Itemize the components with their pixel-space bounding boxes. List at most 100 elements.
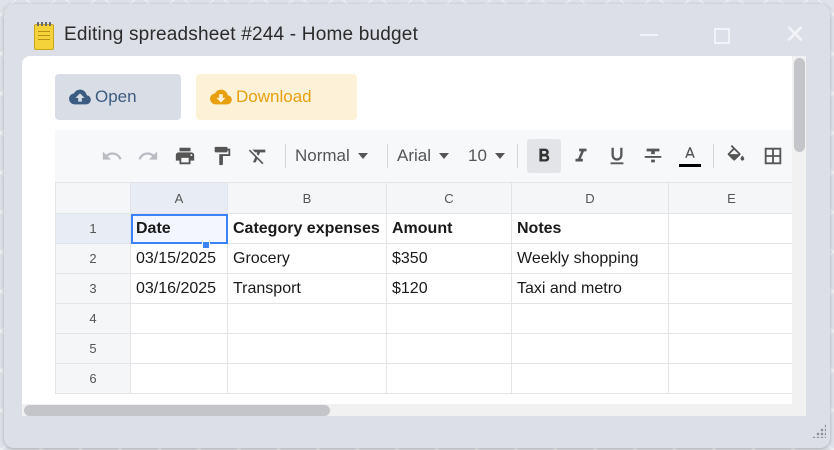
redo-icon: [138, 151, 158, 160]
maximize-button[interactable]: [708, 22, 734, 48]
window-title: Editing spreadsheet #244 - Home budget: [64, 24, 419, 45]
column-header-a[interactable]: A: [130, 182, 228, 214]
bold-icon: [539, 148, 550, 162]
cell-a5[interactable]: [130, 333, 228, 364]
toolbar-divider: [387, 144, 388, 168]
cell-c4[interactable]: [386, 303, 512, 334]
table-row: 3 03/16/2025 Transport $120 Taxi and met…: [55, 273, 795, 304]
toolbar-divider: [517, 144, 518, 168]
close-button[interactable]: ✕: [782, 21, 808, 48]
underline-button[interactable]: [603, 139, 631, 173]
table-row: 5: [55, 333, 795, 364]
open-button[interactable]: Open: [55, 74, 181, 120]
cell-d4[interactable]: [511, 303, 669, 334]
title-bar[interactable]: Editing spreadsheet #244 - Home budget ✕: [4, 4, 830, 62]
cell-e3[interactable]: [668, 273, 795, 304]
font-size-value: 10: [468, 146, 487, 165]
row-header[interactable]: 4: [55, 303, 131, 334]
text-color-button[interactable]: [675, 139, 705, 173]
table-row: 2 03/15/2025 Grocery $350 Weekly shoppin…: [55, 243, 795, 274]
strikethrough-icon: [644, 148, 662, 163]
cell-d1[interactable]: Notes: [511, 213, 669, 244]
style-dropdown[interactable]: Normal: [295, 139, 377, 173]
corner-cell[interactable]: [55, 182, 131, 214]
cell-a6[interactable]: [130, 363, 228, 394]
text-color-swatch: [679, 164, 701, 167]
editor-panel: Open Download Normal Arial 10 A B C D E …: [22, 56, 802, 416]
chevron-down-icon: [357, 153, 368, 159]
clear-format-icon: [248, 149, 266, 165]
redo-button[interactable]: [135, 139, 161, 173]
column-header-b[interactable]: B: [227, 182, 387, 214]
undo-button[interactable]: [99, 139, 125, 173]
cell-b4[interactable]: [227, 303, 387, 334]
vertical-scroll-thumb[interactable]: [794, 58, 805, 152]
underline-icon: [610, 147, 624, 165]
open-label: Open: [95, 87, 137, 106]
cell-c6[interactable]: [386, 363, 512, 394]
notepad-icon: [34, 22, 54, 50]
download-button[interactable]: Download: [196, 74, 357, 120]
clear-format-button[interactable]: [245, 139, 271, 173]
strikethrough-button[interactable]: [639, 139, 667, 173]
cell-d5[interactable]: [511, 333, 669, 364]
cell-e6[interactable]: [668, 363, 795, 394]
row-header[interactable]: 3: [55, 273, 131, 304]
cell-e5[interactable]: [668, 333, 795, 364]
chevron-down-icon: [494, 153, 505, 159]
cell-c5[interactable]: [386, 333, 512, 364]
table-row: 1 Date Category expenses Amount Notes: [55, 213, 795, 244]
cell-a3[interactable]: 03/16/2025: [130, 273, 228, 304]
cell-d3[interactable]: Taxi and metro: [511, 273, 669, 304]
column-header-e[interactable]: E: [668, 182, 795, 214]
fill-color-button[interactable]: [721, 139, 751, 173]
font-size-dropdown[interactable]: 10: [468, 139, 514, 173]
download-label: Download: [236, 87, 312, 106]
row-header[interactable]: 5: [55, 333, 131, 364]
fill-color-icon: [727, 145, 745, 161]
text-color-icon: [685, 147, 695, 158]
cell-d2[interactable]: Weekly shopping: [511, 243, 669, 274]
table-row: 4: [55, 303, 795, 334]
cell-b1[interactable]: Category expenses: [227, 213, 387, 244]
horizontal-scroll-thumb[interactable]: [24, 405, 330, 416]
column-header-d[interactable]: D: [511, 182, 669, 214]
borders-button[interactable]: [759, 139, 787, 173]
paint-format-button[interactable]: [209, 139, 235, 173]
cell-e2[interactable]: [668, 243, 795, 274]
bold-button[interactable]: [527, 139, 561, 173]
row-header[interactable]: 1: [55, 213, 131, 244]
cell-a4[interactable]: [130, 303, 228, 334]
row-header[interactable]: 2: [55, 243, 131, 274]
font-value: Arial: [397, 146, 432, 165]
cell-b2[interactable]: Grocery: [227, 243, 387, 274]
cell-e1[interactable]: [668, 213, 795, 244]
fill-handle[interactable]: [202, 241, 210, 249]
cell-c2[interactable]: $350: [386, 243, 512, 274]
cell-a1[interactable]: Date: [130, 213, 228, 244]
cell-c3[interactable]: $120: [386, 273, 512, 304]
paint-format-icon: [214, 146, 231, 166]
cloud-upload-icon: [69, 89, 91, 105]
formatting-toolbar: Normal Arial 10: [55, 130, 802, 182]
style-value: Normal: [295, 146, 350, 165]
cell-c1[interactable]: Amount: [386, 213, 512, 244]
spreadsheet-grid: A B C D E 1 Date Category expenses Amoun…: [55, 182, 802, 402]
print-button[interactable]: [171, 139, 199, 173]
italic-button[interactable]: [567, 139, 595, 173]
font-dropdown[interactable]: Arial: [397, 139, 459, 173]
print-icon: [175, 147, 195, 165]
minimize-button[interactable]: [636, 22, 662, 48]
column-header-c[interactable]: C: [386, 182, 512, 214]
cell-a2[interactable]: 03/15/2025: [130, 243, 228, 274]
cell-b5[interactable]: [227, 333, 387, 364]
cell-b6[interactable]: [227, 363, 387, 394]
cloud-download-icon: [210, 89, 232, 105]
borders-icon: [764, 147, 782, 165]
italic-icon: [575, 148, 587, 162]
cell-e4[interactable]: [668, 303, 795, 334]
cell-d6[interactable]: [511, 363, 669, 394]
row-header[interactable]: 6: [55, 363, 131, 394]
toolbar-divider: [285, 144, 286, 168]
cell-b3[interactable]: Transport: [227, 273, 387, 304]
